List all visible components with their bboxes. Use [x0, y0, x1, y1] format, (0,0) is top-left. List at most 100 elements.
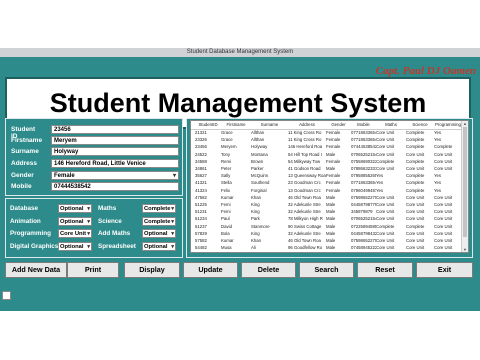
table-row[interactable]: 51231 Femi King 32 Adekunle Stre Male 3458798… — [191, 209, 463, 216]
table-cell: Complete — [406, 158, 425, 164]
table-row[interactable]: 41321 Stella Southend 23 Goodman Crc Female 0… — [191, 180, 463, 187]
table-cell: Female — [326, 144, 341, 150]
programming-label: Programming — [10, 230, 51, 237]
spreadsheet-select[interactable]: Optional — [142, 242, 176, 251]
programming-select[interactable]: Core Unit — [58, 229, 92, 238]
table-cell: Felix — [221, 187, 231, 193]
column-header[interactable]: Address — [288, 122, 326, 127]
table-row[interactable]: 51234 Paul Park 78 Milkyon High R Male 070652… — [191, 216, 463, 223]
table-row[interactable]: 51237 David Stanmore 90 Swiss Cottage Male 07… — [191, 224, 463, 231]
table-vertical-scrollbar[interactable]: ▲ ▼ — [461, 121, 468, 252]
table-cell: Core Unit — [406, 245, 425, 251]
table-row[interactable]: 35627 Sally McQuinn 13 Queensway Roa Female 0… — [191, 173, 463, 180]
table-row[interactable]: 21321 Grace Allthan 11 King Cross Ro Female 0… — [191, 130, 463, 137]
table-cell: Park — [251, 216, 260, 222]
table-cell: Male — [326, 230, 336, 236]
add-maths-select[interactable]: Optional — [142, 229, 176, 238]
table-row[interactable]: 51225 Femi King 32 Adekunle Stre Male 0445879… — [191, 202, 463, 209]
window-corner-box — [2, 291, 11, 300]
table-cell: Southend — [251, 180, 270, 186]
column-header[interactable]: Mobile — [351, 122, 376, 127]
science-select[interactable]: Complete — [142, 217, 176, 226]
table-cell: 07444538542 — [351, 144, 376, 150]
exit-button[interactable]: Exit — [416, 262, 473, 278]
table-cell: King — [251, 202, 260, 207]
table-cell: Complete — [406, 180, 425, 186]
table-cell: Male — [326, 216, 336, 222]
table-row[interactable]: 41324 Felix Forginal 13 Goodman Crc Female 07… — [191, 188, 463, 195]
address-input[interactable]: 146 Hereford Road, Little Venice — [51, 159, 179, 168]
update-button[interactable]: Update — [183, 262, 238, 278]
table-row[interactable]: 47582 Kumar Khan 46 Old Town Roa Male 0759865… — [191, 195, 463, 202]
table-cell: Core Unit — [406, 216, 425, 222]
surname-input[interactable]: Holyway — [51, 147, 179, 156]
table-cell: Male — [326, 209, 336, 215]
column-header[interactable]: Surname — [251, 122, 288, 127]
table-cell: Paul — [221, 216, 230, 222]
mobile-input[interactable]: 07444538542 — [51, 182, 179, 191]
table-row[interactable]: 23456 Meryem Holyway 146 Hereford Roa Female… — [191, 144, 463, 151]
table-cell: Complete — [406, 187, 425, 193]
table-row[interactable]: 23326 Grace Allthan 11 King Cross Ro Female 0… — [191, 137, 463, 144]
table-cell: 23326 — [195, 137, 207, 143]
table-cell: Male — [326, 202, 336, 207]
print-button[interactable]: Print — [67, 262, 119, 278]
scrollbar-thumb[interactable] — [463, 127, 467, 237]
display-button[interactable]: Display — [124, 262, 180, 278]
table-cell: 32 Adekunle Stre — [288, 230, 321, 236]
table-cell: Core Unit — [406, 230, 425, 236]
table-cell: Yes — [434, 180, 442, 186]
delete-button[interactable]: Delete — [241, 262, 296, 278]
table-cell: Core Unit — [376, 230, 395, 236]
table-cell: Core Unit — [406, 166, 425, 171]
video-bottom-margin — [0, 311, 480, 360]
table-row[interactable]: 57829 Bola King 32 Adekunle Stre Male 0445879… — [191, 231, 463, 238]
maths-label: Maths — [98, 205, 117, 212]
table-cell: 46 Old Town Roa — [288, 194, 321, 200]
reset-button[interactable]: Reset — [357, 262, 413, 278]
table-cell: Yes — [376, 180, 384, 186]
table-cell: 07598652270 — [351, 238, 376, 243]
table-cell: 46 Old Town Roa — [288, 238, 321, 243]
scroll-down-icon[interactable]: ▼ — [462, 247, 468, 252]
column-header[interactable]: Programming — [434, 122, 462, 127]
column-header[interactable]: Firstname — [221, 122, 251, 127]
search-button[interactable]: Search — [299, 262, 354, 278]
table-cell: Stanmore — [251, 223, 270, 229]
table-cell: Core Unit — [434, 194, 453, 200]
add-new-data-button[interactable]: Add New Data — [5, 262, 67, 278]
table-cell: Male — [326, 245, 336, 251]
table-cell: Core Unit — [434, 202, 453, 207]
table-cell: 54 Milkyway Tow — [288, 158, 321, 164]
table-cell: Female — [326, 137, 341, 143]
column-header[interactable]: Science — [406, 122, 434, 127]
spreadsheet-label: Spreadsheet — [98, 243, 136, 250]
table-row[interactable]: 24522 Tony Montana 54 Hill Top Road I Male 07… — [191, 152, 463, 159]
column-header[interactable]: StudentID — [195, 122, 221, 127]
scroll-up-icon[interactable]: ▲ — [462, 121, 468, 126]
student-records-table[interactable]: StudentID Firstname Surname Address Gender Mo… — [190, 120, 469, 253]
table-cell: 07225894585 — [351, 223, 376, 229]
table-row[interactable]: 34588 Remi Brown 54 Milkyway Tow Female 07558… — [191, 159, 463, 166]
column-header[interactable]: Maths — [376, 122, 406, 127]
table-cell: Khan — [251, 194, 262, 200]
firstname-input[interactable]: Meryem — [51, 136, 179, 145]
table-cell: Parker — [251, 166, 264, 171]
table-row[interactable]: 34861 Peter Parker 41 Godson Road Male 078866… — [191, 166, 463, 173]
digital-graphics-select[interactable]: Optional — [58, 242, 92, 251]
table-cell: Complete — [406, 137, 425, 143]
animation-select[interactable]: Optional — [58, 217, 92, 226]
database-select[interactable]: Optional — [58, 204, 92, 213]
table-cell: Core Unit — [376, 238, 395, 243]
student-id-input[interactable]: 23456 — [51, 125, 179, 134]
table-cell: 41321 — [195, 180, 207, 186]
gender-select[interactable]: Female — [51, 171, 179, 180]
table-row[interactable]: 57582 Kumar Khan 46 Old Town Roa Male 0759865… — [191, 238, 463, 245]
table-cell: 07718633654 — [351, 130, 376, 135]
table-cell: Complete — [376, 158, 395, 164]
maths-select[interactable]: Complete — [142, 204, 176, 213]
table-cell: Core Unit — [434, 245, 453, 251]
column-header[interactable]: Gender — [326, 122, 351, 127]
table-row[interactable]: 54482 Musa Ali 96 Goodfellow Ro Male 07458945… — [191, 245, 463, 252]
table-cell: Male — [326, 238, 336, 243]
